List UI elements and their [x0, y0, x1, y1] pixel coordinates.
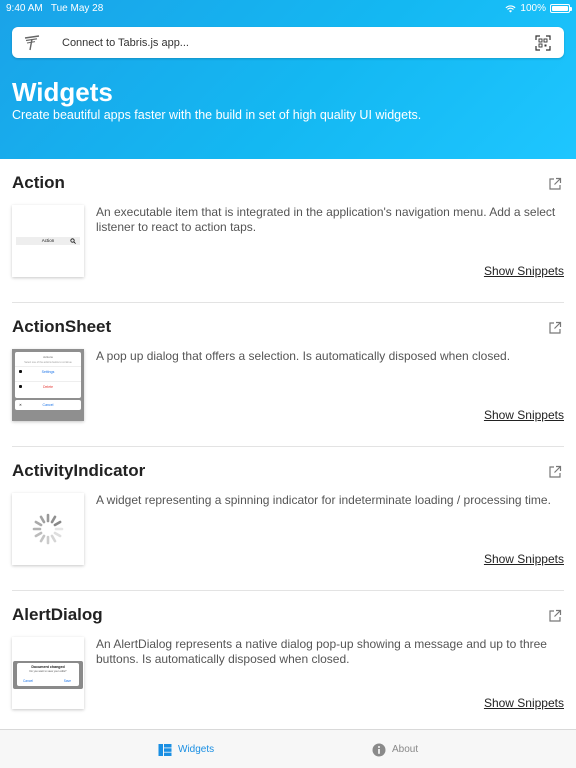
page-subtitle: Create beautiful apps faster with the bu…: [12, 108, 422, 122]
thumb-alert-message: Do you want to save your edits?: [29, 670, 67, 673]
tab-bar: Widgets About: [0, 729, 576, 768]
list-item-actionsheet: ActionSheet Actions Select one of the ac…: [12, 303, 564, 447]
wifi-icon: [505, 4, 516, 13]
header-hero: 9:40 AM Tue May 28 100% Connect to Tabri…: [0, 0, 576, 159]
show-snippets-link[interactable]: Show Snippets: [484, 408, 564, 422]
thumb-sheet-subtitle: Select one of the actions below to conti…: [24, 361, 72, 364]
trash-icon: [19, 385, 22, 388]
widget-description: A pop up dialog that offers a selection.…: [96, 349, 511, 363]
show-snippets-link[interactable]: Show Snippets: [484, 264, 564, 278]
tab-about[interactable]: About: [372, 730, 418, 768]
external-link-icon[interactable]: [548, 321, 562, 335]
widget-name: ActionSheet: [12, 317, 112, 336]
show-snippets-link[interactable]: Show Snippets: [484, 552, 564, 566]
close-icon: ✕: [19, 403, 22, 407]
thumb-alert-frame: Document changed Do you want to save you…: [13, 661, 83, 689]
battery-icon: [550, 4, 572, 13]
thumb-sheet-title: Actions: [43, 355, 53, 359]
list-item-alertdialog: AlertDialog Document changed Do you want…: [12, 591, 564, 729]
spinner-spoke: [50, 534, 57, 543]
thumb-sheet-cancel: ✕ Cancel: [15, 400, 81, 410]
battery-fill: [552, 6, 568, 11]
thumb-alert-dialog: Document changed Do you want to save you…: [17, 663, 79, 686]
widgets-grid-icon: [158, 743, 172, 756]
spinner-spoke: [34, 531, 43, 538]
status-bar: 9:40 AM Tue May 28 100%: [0, 0, 576, 16]
widget-name: Action: [12, 173, 65, 192]
tab-widgets-label: Widgets: [178, 744, 215, 755]
widget-name: ActivityIndicator: [12, 461, 146, 480]
thumb-sheet-panel: Actions Select one of the actions below …: [15, 352, 81, 398]
thumb-alert-cancel: Cancel: [23, 679, 33, 683]
widget-name: AlertDialog: [12, 605, 103, 624]
spinner-spoke: [50, 515, 57, 524]
widget-thumbnail[interactable]: Actions Select one of the actions below …: [12, 349, 84, 421]
spinner-spoke: [39, 534, 46, 543]
thumb-alert-title: Document changed: [31, 665, 65, 669]
spinner-spoke: [53, 531, 62, 538]
thumb-sheet-item: Delete: [15, 381, 81, 391]
tabris-logo-icon: [24, 34, 40, 50]
widget-description: An AlertDialog represents a native dialo…: [96, 637, 547, 666]
spinner-icon: [32, 513, 64, 545]
external-link-icon[interactable]: [548, 609, 562, 623]
gear-icon: [19, 370, 22, 373]
battery-percent: 100%: [520, 3, 546, 14]
widget-thumbnail[interactable]: [12, 493, 84, 565]
page-title: Widgets: [12, 77, 113, 107]
external-link-icon[interactable]: [548, 177, 562, 191]
thumb-alert-save: Save: [63, 679, 71, 683]
thumb-sheet-item: Settings: [15, 366, 81, 376]
connect-bar[interactable]: Connect to Tabris.js app...: [12, 27, 564, 58]
widget-description: An executable item that is integrated in…: [96, 205, 556, 234]
widget-thumbnail[interactable]: Document changed Do you want to save you…: [12, 637, 84, 709]
widget-description: A widget representing a spinning indicat…: [96, 493, 551, 507]
status-right: 100%: [505, 3, 572, 14]
tab-about-label: About: [392, 744, 419, 755]
widget-thumbnail[interactable]: Action: [12, 205, 84, 277]
list-item-action: Action Action An executable item that is…: [12, 159, 564, 303]
search-icon: [70, 238, 76, 244]
external-link-icon[interactable]: [548, 465, 562, 479]
qr-scan-icon[interactable]: [535, 34, 551, 51]
spinner-spoke: [34, 520, 43, 527]
status-time: 9:40 AM Tue May 28: [6, 3, 104, 14]
show-snippets-link[interactable]: Show Snippets: [484, 696, 564, 710]
connect-input[interactable]: Connect to Tabris.js app...: [62, 37, 535, 49]
spinner-spoke: [39, 515, 46, 524]
spinner-spoke: [53, 520, 62, 527]
list-item-activityindicator: ActivityIndicator A widget representing …: [12, 447, 564, 591]
tab-widgets[interactable]: Widgets: [158, 730, 214, 768]
info-icon: [372, 743, 386, 756]
widget-list[interactable]: Action Action An executable item that is…: [0, 159, 576, 729]
